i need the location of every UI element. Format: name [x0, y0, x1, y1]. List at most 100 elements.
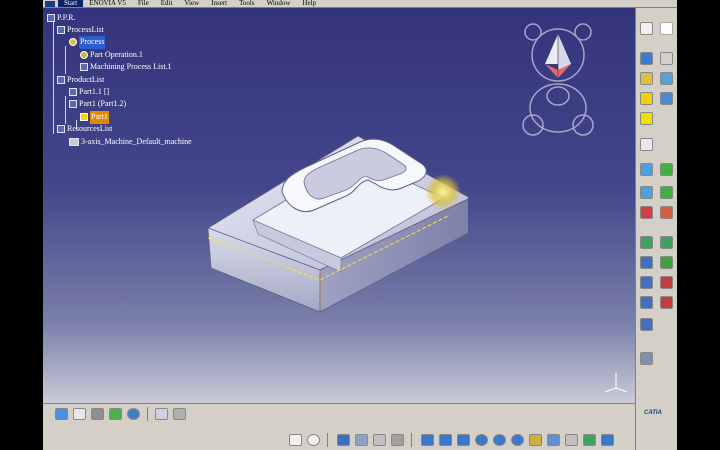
pocketing-icon[interactable] [640, 206, 653, 219]
hidden-icon[interactable] [640, 22, 653, 35]
process-list-icon [57, 26, 65, 35]
menu-insert[interactable]: Insert [205, 0, 233, 7]
report-icon[interactable] [640, 318, 653, 331]
tree-icon[interactable] [640, 92, 653, 105]
tree-node-part1-part1-2[interactable]: Part1 (Part1.2) [69, 98, 126, 111]
tree-node-part-1-1[interactable]: Part1.1 [] [69, 86, 109, 99]
views-icon[interactable] [547, 434, 560, 446]
process-icon [69, 38, 77, 47]
transfer-icon[interactable] [155, 408, 168, 420]
compass-belly [546, 86, 570, 106]
swap-icon[interactable] [583, 434, 596, 446]
spiral-icon[interactable] [640, 186, 653, 199]
right-toolbar: CATIA [635, 8, 677, 450]
compass-widget[interactable] [513, 20, 603, 140]
table-icon[interactable] [337, 434, 350, 446]
zlevel-icon[interactable] [640, 138, 653, 151]
menu-view[interactable]: View [178, 0, 205, 7]
toolbar-separator [411, 433, 412, 447]
plugin-icon[interactable] [173, 408, 186, 420]
menu-edit[interactable]: Edit [155, 0, 179, 7]
rotate-view-icon[interactable] [475, 434, 488, 446]
contour-icon[interactable] [640, 163, 653, 176]
resources-list-icon [57, 125, 65, 134]
machining-process-icon[interactable] [660, 72, 673, 85]
manufacturing-program-icon[interactable] [640, 72, 653, 85]
simulation-icon[interactable] [660, 276, 673, 289]
toolbar-separator [327, 433, 328, 447]
tree-node-product-list[interactable]: ProductList [57, 74, 104, 87]
fit-all-icon[interactable] [439, 434, 452, 446]
product-icon [69, 88, 77, 97]
select-arrow-icon[interactable] [660, 22, 673, 35]
tool-highlight [425, 174, 461, 210]
point-to-point-icon[interactable] [640, 256, 653, 269]
probe-icon[interactable] [391, 434, 404, 446]
3d-viewport[interactable]: P.P.R. ProcessList Process Part Operatio… [43, 8, 635, 403]
curve-following-icon[interactable] [660, 236, 673, 249]
hide-show-icon[interactable] [565, 434, 578, 446]
tree-node-resources-list[interactable]: ResourcesList [57, 123, 112, 136]
tree-connector [65, 96, 66, 124]
machining-process-list-icon [80, 63, 88, 72]
part-operation-icon [80, 51, 88, 60]
normal-view-icon[interactable] [529, 434, 542, 446]
machined-part-model[interactable] [208, 120, 468, 315]
product-list-icon [57, 76, 65, 85]
machine-icon[interactable] [660, 52, 673, 65]
fly-icon[interactable] [421, 434, 434, 446]
nc-output-icon[interactable] [640, 296, 653, 309]
feature-icon[interactable] [660, 296, 673, 309]
sweeping-icon[interactable] [640, 112, 653, 125]
tree-connector [65, 46, 66, 74]
rotate-icon[interactable] [127, 408, 140, 420]
product-icon [69, 100, 77, 109]
zoom-in-icon[interactable] [493, 434, 506, 446]
roughing-icon[interactable] [660, 92, 673, 105]
machine-icon [69, 138, 79, 147]
catia-brand-text: CATIA [644, 410, 662, 416]
toolbar-separator [147, 407, 148, 421]
menu-bar: Start ENOVIA V5 File Edit View Insert To… [43, 0, 677, 8]
formula-icon[interactable] [289, 434, 302, 446]
tree-node-machine[interactable]: 3-axis_Machine_Default_machine [69, 136, 192, 149]
tree-connector [53, 22, 54, 134]
part-icon[interactable] [55, 408, 68, 420]
pan-icon[interactable] [457, 434, 470, 446]
replay-icon[interactable] [640, 276, 653, 289]
tool-assembly-icon[interactable] [91, 408, 104, 420]
catia-application-window: Start ENOVIA V5 File Edit View Insert To… [43, 0, 677, 450]
settings-icon[interactable] [373, 434, 386, 446]
zoom-out-icon[interactable] [511, 434, 524, 446]
tree-node-part-operation[interactable]: Part Operation.1 [80, 49, 143, 62]
facing-icon[interactable] [640, 236, 653, 249]
menu-tools[interactable]: Tools [233, 0, 260, 7]
axis-icon[interactable] [640, 352, 653, 365]
menu-file[interactable]: File [132, 0, 155, 7]
menu-window[interactable]: Window [261, 0, 297, 7]
profile-icon[interactable] [660, 206, 673, 219]
axis-triad-icon [604, 373, 628, 393]
hierarchy-icon[interactable] [355, 434, 368, 446]
part-icon [80, 113, 88, 122]
tool-path-icon[interactable] [660, 256, 673, 269]
comment-icon[interactable] [307, 434, 320, 446]
catia-start-logo-icon[interactable] [45, 0, 55, 7]
part-operation-icon[interactable] [640, 52, 653, 65]
table-icon[interactable] [73, 408, 86, 420]
stock-icon[interactable] [109, 408, 122, 420]
bottom-toolbar [43, 403, 635, 450]
tree-node-part1[interactable]: Part1 [80, 111, 109, 124]
tree-node-ppr[interactable]: P.P.R. [47, 12, 75, 25]
menu-help[interactable]: Help [296, 0, 322, 7]
menu-start[interactable]: Start [58, 0, 84, 7]
tree-node-machining-process-list[interactable]: Machining Process List.1 [80, 61, 172, 74]
tree-node-process-list[interactable]: ProcessList [57, 24, 104, 37]
materials-icon[interactable] [601, 434, 614, 446]
drilling-icon[interactable] [660, 186, 673, 199]
compass-body [529, 83, 587, 133]
pencil-icon[interactable] [660, 163, 673, 176]
tree-node-process[interactable]: Process [69, 36, 106, 49]
menu-enovia[interactable]: ENOVIA V5 [83, 0, 132, 7]
ppr-icon [47, 14, 55, 23]
